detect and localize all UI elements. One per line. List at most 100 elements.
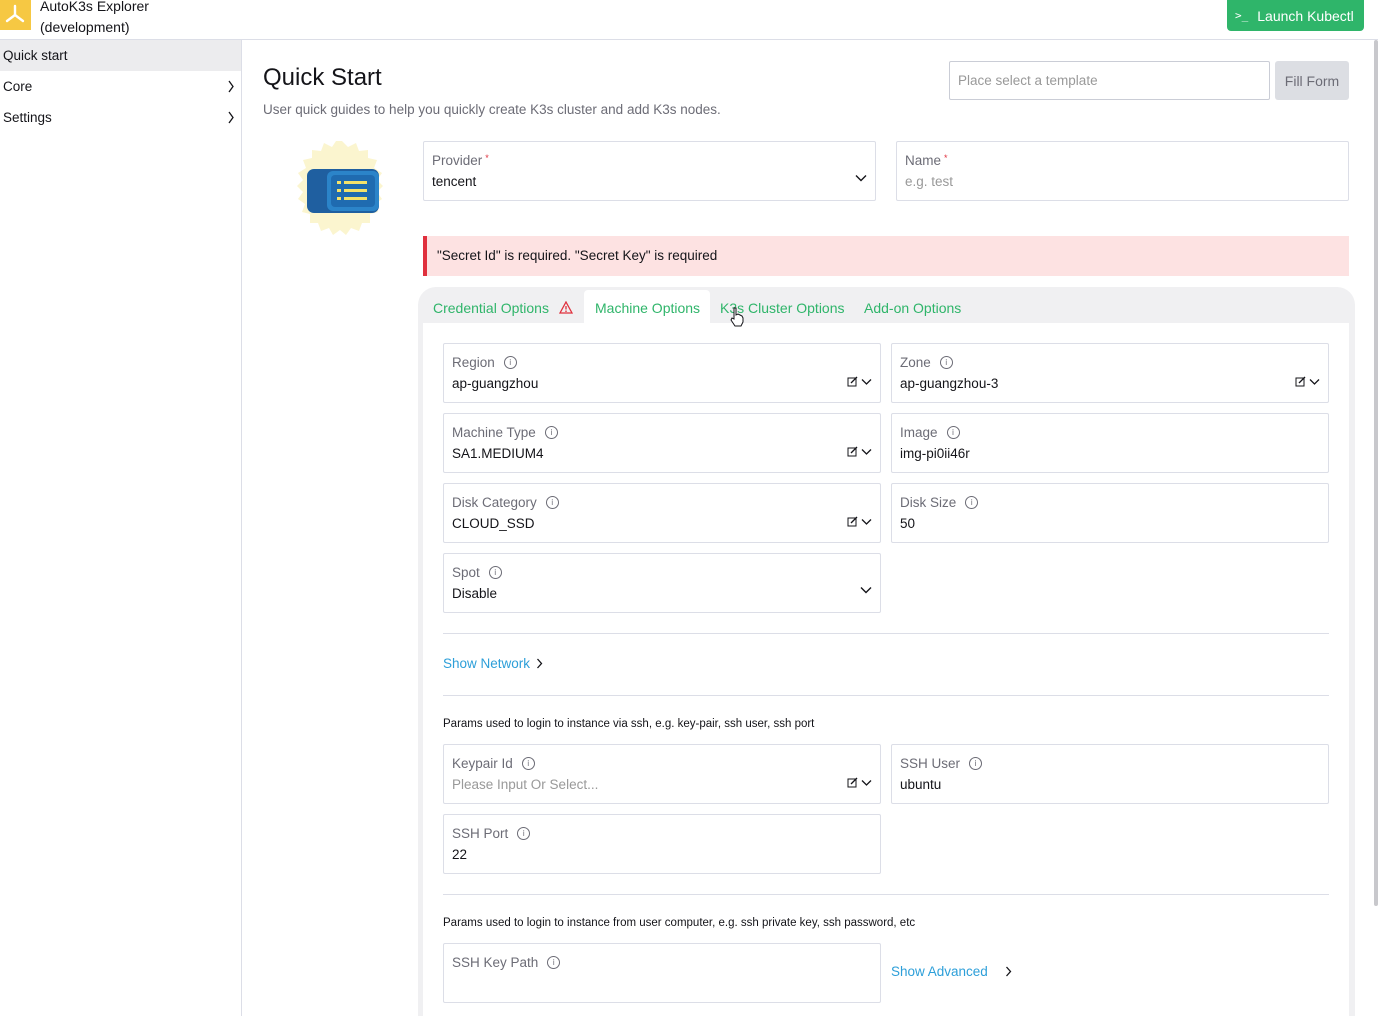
edit-icon [1295,376,1306,387]
warning-icon [558,299,573,319]
sidebar-item-label: Core [3,79,33,94]
ssh-port-field[interactable]: SSH Port i 22 [443,814,881,874]
required-marker: * [485,152,489,163]
disk-size-label: Disk Size [900,495,957,510]
edit-icon [847,376,858,387]
top-header: AutoK3s Explorer (development) >_ Launch… [0,0,1378,40]
page-title: Quick Start [263,64,382,91]
select-controls [847,516,872,527]
ssh-port-value: 22 [452,847,468,862]
ssh-port-label: SSH Port [452,826,509,841]
ssh-user-field[interactable]: SSH User i ubuntu [891,744,1329,804]
sidebar-item-quick-start[interactable]: Quick start [0,40,241,71]
chevron-down-icon [1309,378,1320,385]
spot-value: Disable [452,586,498,601]
tab-machine-options[interactable]: Machine Options [595,298,700,318]
region-label: Region [452,355,495,370]
spot-label: Spot [452,565,480,580]
info-icon: i [503,356,517,369]
info-icon: i [517,827,531,840]
name-label: Name * [905,152,948,169]
autok3s-logo [0,0,31,30]
disk-category-value: CLOUD_SSD [452,516,535,531]
image-value: img-pi0ii46r [900,446,970,461]
region-value: ap-guangzhou [452,376,539,391]
tab-add-on-options[interactable]: Add-on Options [864,298,961,318]
sidebar-item-settings[interactable]: Settings [0,102,241,133]
tab-label: Credential Options [433,300,549,316]
launch-kubectl-label: Launch Kubectl [1257,7,1354,24]
edit-icon [847,777,858,788]
launch-kubectl-button[interactable]: >_ Launch Kubectl [1227,0,1364,31]
machine-type-label: Machine Type [452,425,536,440]
info-icon: i [946,426,960,439]
app-title-line2: (development) [40,19,130,35]
ssh-key-path-label: SSH Key Path [452,955,539,970]
divider [443,633,1329,634]
edit-icon [847,516,858,527]
template-select[interactable]: Place select a template [949,61,1270,100]
app-title: AutoK3s Explorer (development) [40,0,149,38]
select-controls [847,376,872,387]
error-alert: "Secret Id" is required. "Secret Key" is… [423,236,1349,276]
ssh-params-note: Params used to login to instance via ssh… [443,718,815,730]
show-network-link[interactable]: Show Network [443,656,543,671]
name-field[interactable]: Name * e.g. test [896,141,1349,201]
sidebar-item-label: Quick start [3,48,68,63]
quick-start-illustration [293,141,391,239]
machine-type-select[interactable]: Machine Type i SA1.MEDIUM4 [443,413,881,473]
image-field[interactable]: Image i img-pi0ii46r [891,413,1329,473]
chevron-right-icon [1005,966,1012,977]
disk-size-field[interactable]: Disk Size i 50 [891,483,1329,543]
ssh-user-value: ubuntu [900,777,942,792]
required-marker: * [944,152,948,163]
provider-label-text: Provider [432,153,483,168]
info-icon: i [969,757,983,770]
name-label-text: Name [905,153,942,168]
keypair-id-select[interactable]: Keypair Id i Please Input Or Select... [443,744,881,804]
info-icon: i [521,757,535,770]
tab-label: Add-on Options [864,300,962,316]
divider [443,894,1329,895]
disk-category-label: Disk Category [452,495,537,510]
app-title-line1: AutoK3s Explorer [40,0,149,14]
chevron-down-icon [861,378,872,385]
select-controls [847,446,872,457]
provider-value: tencent [432,174,477,189]
logo-icon [5,4,25,23]
show-advanced-link[interactable]: Show Advanced [891,964,1012,979]
sidebar-item-core[interactable]: Core [0,71,241,102]
chevron-down-icon [855,174,867,182]
page-scrollbar[interactable] [1374,40,1378,906]
name-placeholder: e.g. test [905,174,954,189]
tab-credential-options[interactable]: Credential Options [433,298,573,319]
zone-value: ap-guangzhou-3 [900,376,999,391]
disk-category-select[interactable]: Disk Category i CLOUD_SSD [443,483,881,543]
spot-select[interactable]: Spot i Disable [443,553,881,613]
terminal-icon: >_ [1235,9,1249,22]
info-icon: i [965,496,979,509]
edit-icon [847,446,858,457]
fill-form-button[interactable]: Fill Form [1275,61,1349,100]
region-select[interactable]: Region i ap-guangzhou [443,343,881,403]
provider-select[interactable]: Provider * tencent [423,141,876,201]
sidebar-item-label: Settings [3,110,52,125]
divider [443,695,1329,696]
ssh-key-path-field[interactable]: SSH Key Path i [443,943,881,1003]
keypair-id-placeholder: Please Input Or Select... [452,777,599,792]
page-subtitle: User quick guides to help you quickly cr… [263,102,721,117]
image-label: Image [900,425,938,440]
sidebar: Quick start Core Settings [0,40,242,1016]
chevron-right-icon [227,102,235,144]
chevron-down-icon [861,518,872,525]
local-params-note: Params used to login to instance from us… [443,917,916,929]
machine-type-value: SA1.MEDIUM4 [452,446,544,461]
info-icon: i [545,496,559,509]
chevron-down-icon [860,586,872,594]
zone-select[interactable]: Zone i ap-guangzhou-3 [891,343,1329,403]
hand-cursor-icon [729,307,745,332]
zone-label: Zone [900,355,931,370]
chevron-down-icon [861,779,872,786]
provider-label: Provider * [432,152,489,169]
chevron-right-icon [537,658,543,669]
